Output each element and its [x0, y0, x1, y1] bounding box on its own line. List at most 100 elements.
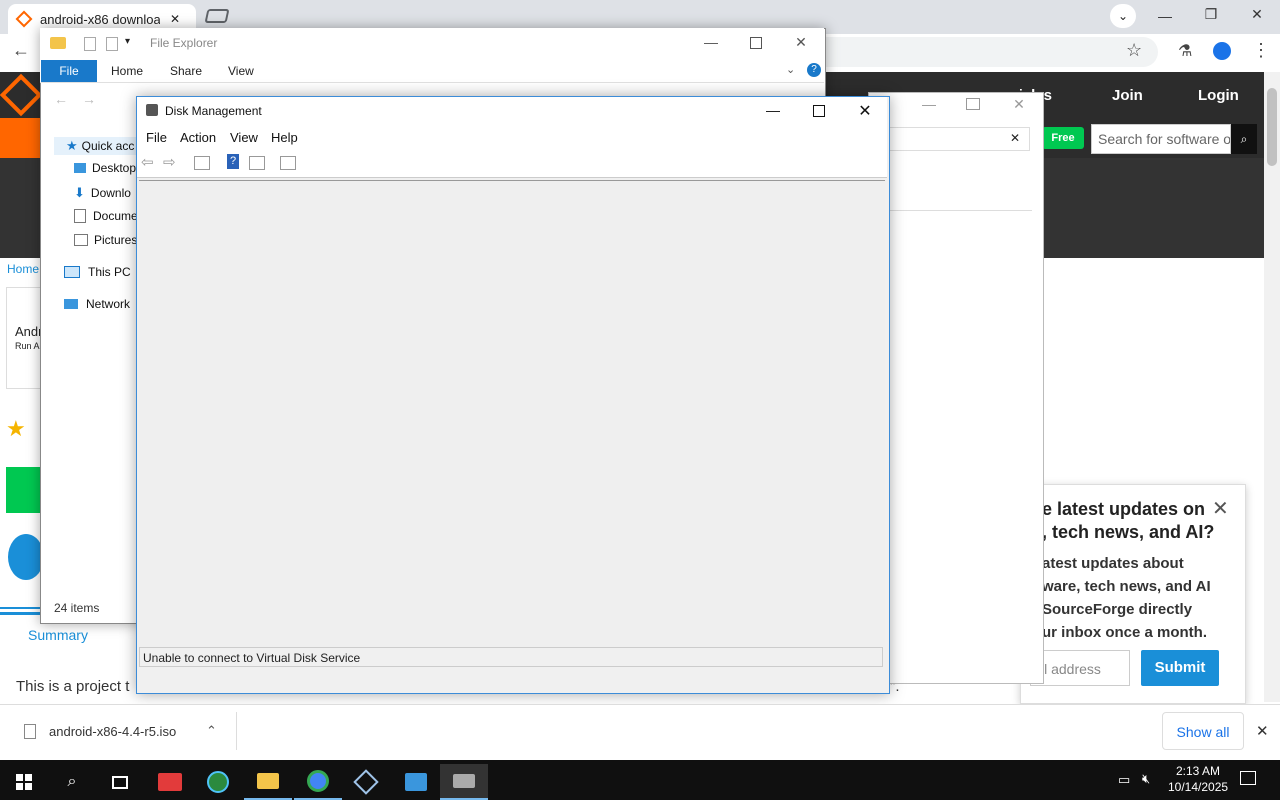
nav-label: This PC [88, 265, 131, 279]
dm-properties-icon[interactable] [280, 156, 296, 170]
ribbon-tab-share[interactable]: Share [170, 64, 202, 78]
volume-muted-icon[interactable]: 🔇︎ [1142, 771, 1150, 787]
dm-close-button[interactable]: ✕ [850, 101, 880, 121]
labs-flask-icon[interactable]: ⚗ [1178, 41, 1192, 61]
task-view-icon[interactable] [96, 764, 144, 800]
start-windows-icon[interactable] [0, 764, 48, 800]
chrome-close-button[interactable]: ✕ [1242, 6, 1272, 23]
nav-label: Pictures [94, 233, 138, 247]
nav-label: Quick acc [81, 139, 135, 153]
scrollbar-thumb[interactable] [1267, 88, 1277, 166]
fe-status-items: 24 items [54, 601, 100, 615]
qat-dropdown-icon[interactable]: ▾ [125, 36, 130, 47]
nav-this-pc[interactable]: This PC [64, 265, 131, 279]
dm-minimize-button[interactable]: — [758, 102, 788, 118]
nav-downloads[interactable]: ⬇ Downlo [74, 185, 131, 201]
action-center-icon[interactable] [1240, 771, 1256, 785]
folder-icon [50, 37, 66, 49]
fe-forward-icon[interactable]: → [82, 91, 96, 107]
nav-label: Docume [93, 209, 138, 223]
chrome-taskbar-icon[interactable] [294, 764, 342, 800]
chrome-restore-button[interactable]: ❐ [1196, 6, 1226, 23]
login-link[interactable]: Login [1198, 87, 1239, 104]
fe-maximize-button[interactable] [750, 37, 762, 49]
tab-close-icon[interactable]: ✕ [170, 12, 180, 26]
new-tab-icon[interactable] [204, 9, 230, 23]
dm-menu-view[interactable]: View [230, 130, 258, 145]
ribbon-tab-home[interactable]: Home [111, 64, 143, 78]
dm-forward-icon[interactable]: ⇨ [163, 153, 176, 171]
join-free-badge[interactable]: Free [1042, 127, 1084, 149]
virtualbox-icon[interactable] [342, 764, 390, 800]
dm-maximize-button[interactable] [813, 105, 825, 117]
back-arrow-icon[interactable]: ← [12, 40, 30, 61]
help-icon[interactable]: ? [807, 63, 821, 77]
shelf-close-icon[interactable]: ✕ [1256, 722, 1269, 740]
disk-management-taskbar-icon[interactable] [440, 764, 488, 800]
pictures-icon [74, 234, 88, 246]
bg-window-close[interactable]: ✕ [1004, 96, 1034, 113]
nav-network[interactable]: Network [64, 297, 130, 311]
popup-close-icon[interactable]: ✕ [1212, 496, 1229, 521]
file-explorer-ribbon [40, 60, 824, 83]
nav-quick-access[interactable]: ★ Quick acc [54, 137, 138, 155]
ribbon-expand-icon[interactable]: ⌄ [786, 63, 795, 76]
nav-desktop[interactable]: Desktop [74, 161, 136, 175]
popup-title: e latest updates on , tech news, and AI? [1042, 499, 1215, 542]
bg-window-minimize[interactable]: — [914, 96, 944, 112]
download-button[interactable] [6, 467, 40, 513]
nav-documents[interactable]: Docume [74, 209, 138, 223]
site-search-input[interactable]: Search for software or [1091, 124, 1231, 154]
popup-submit-button[interactable]: Submit [1141, 650, 1219, 686]
bg-window-maximize[interactable] [966, 98, 980, 110]
join-link[interactable]: Join [1112, 87, 1143, 104]
bookmark-star-icon[interactable]: ☆ [1126, 40, 1142, 61]
chrome-menu-icon[interactable]: ⋮ [1252, 40, 1270, 61]
show-all-button[interactable]: Show all [1162, 712, 1244, 750]
file-explorer-taskbar-icon[interactable] [244, 764, 292, 800]
fe-minimize-button[interactable]: — [696, 34, 726, 50]
dm-pane-icon[interactable] [249, 156, 265, 170]
control-panel-icon[interactable] [392, 764, 440, 800]
fe-close-button[interactable]: ✕ [786, 34, 816, 51]
edge-browser-icon[interactable] [194, 764, 242, 800]
bg-window-divider [888, 210, 1032, 211]
dm-status-bar: Unable to connect to Virtual Disk Servic… [139, 647, 883, 667]
dm-show-hide-icon[interactable] [194, 156, 210, 170]
popup-body: atest updates about ware, tech news, and… [1042, 555, 1211, 641]
new-folder-icon[interactable] [106, 37, 118, 51]
ribbon-tab-view[interactable]: View [228, 64, 254, 78]
fe-back-icon[interactable]: ← [54, 91, 68, 107]
network-icon [64, 299, 78, 309]
bg-window-inner-close[interactable]: ✕ [1010, 131, 1020, 145]
dm-back-icon[interactable]: ⇦ [141, 153, 154, 171]
newsletter-mail-icon [8, 534, 44, 580]
business-button[interactable] [0, 118, 40, 158]
nav-label: Downlo [90, 186, 131, 200]
nav-pictures[interactable]: Pictures [74, 233, 137, 247]
address-bar[interactable] [820, 37, 1158, 67]
app-icon-1[interactable] [146, 764, 194, 800]
breadcrumb-home[interactable]: Home [7, 262, 39, 276]
dm-menu-action[interactable]: Action [180, 130, 216, 145]
dm-menu-file[interactable]: File [146, 130, 167, 145]
bg-window-inner-box [888, 127, 1030, 151]
download-file-name[interactable]: android-x86-4.4-r5.iso [49, 724, 176, 739]
dm-help-icon[interactable]: ? [227, 154, 239, 169]
search-icon[interactable]: ⌕ [48, 764, 96, 800]
taskbar-clock[interactable]: 2:13 AM 10/14/2025 [1168, 763, 1228, 795]
download-arrow-icon: ⬇ [74, 185, 85, 200]
download-chevron-up-icon[interactable]: ⌃ [206, 723, 217, 739]
chrome-minimize-button[interactable]: — [1150, 8, 1180, 24]
popup-email-input[interactable]: il address [1030, 650, 1130, 686]
tab-search-icon[interactable]: ⌄ [1110, 4, 1136, 28]
profile-avatar-icon[interactable] [1213, 42, 1231, 60]
tab-title: android-x86 download [40, 11, 160, 27]
disk-management-app-icon [146, 104, 158, 116]
network-tray-icon[interactable]: ▭ [1118, 772, 1130, 788]
ribbon-tab-file[interactable]: File [41, 60, 97, 82]
page-scrollbar[interactable] [1264, 72, 1280, 702]
search-icon[interactable]: ⌕ [1231, 124, 1257, 154]
properties-icon[interactable] [84, 37, 96, 51]
dm-menu-help[interactable]: Help [271, 130, 298, 145]
